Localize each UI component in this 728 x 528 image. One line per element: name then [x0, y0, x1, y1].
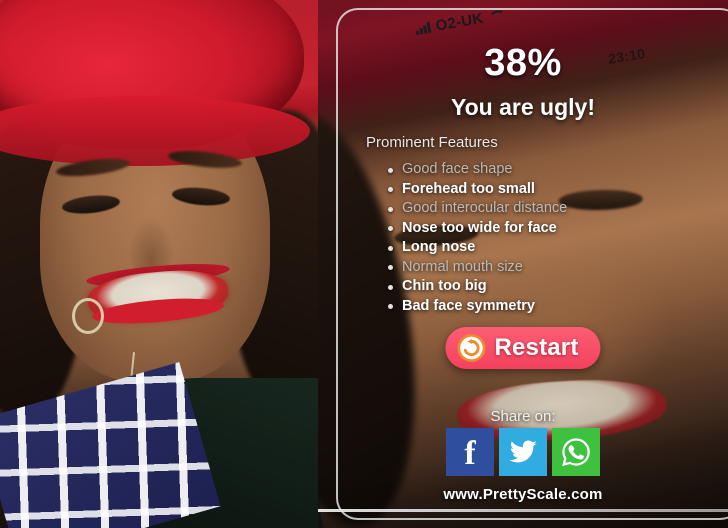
share-twitter-button[interactable] — [499, 428, 547, 476]
restart-button[interactable]: Restart — [445, 327, 601, 369]
facebook-icon: f — [464, 435, 476, 472]
hoop-earring — [72, 298, 104, 334]
share-whatsapp-button[interactable] — [552, 428, 600, 476]
verdict-text: You are ugly! — [451, 94, 595, 120]
feature-item: Good face shape — [387, 160, 567, 180]
feature-item: Chin too big — [387, 277, 567, 297]
feature-item: Forehead too small — [387, 180, 567, 200]
twitter-icon — [509, 440, 537, 463]
feature-item: Nose too wide for face — [387, 219, 567, 239]
screenshot-root: O2-UK 23:10 38% You are ugly! Prominent … — [0, 0, 728, 528]
feature-item: Bad face symmetry — [387, 297, 567, 317]
restart-label: Restart — [494, 334, 579, 361]
features-heading: Prominent Features — [366, 134, 498, 151]
whatsapp-icon — [562, 438, 590, 467]
refresh-icon — [457, 334, 486, 362]
share-label: Share on: — [490, 408, 556, 425]
features-list: Good face shape Forehead too small Good in… — [380, 160, 567, 316]
beauty-score: 38% — [484, 42, 562, 84]
feature-item: Long nose — [387, 238, 567, 258]
social-share-row: f — [318, 428, 728, 476]
result-content: 38% You are ugly! Prominent Features Goo… — [318, 0, 728, 528]
feature-item: Normal mouth size — [387, 258, 567, 278]
bottom-edge-line — [318, 509, 728, 512]
prettyscale-result-panel: O2-UK 23:10 38% You are ugly! Prominent … — [318, 0, 728, 528]
original-photo-panel — [0, 0, 318, 528]
site-url: www.PrettyScale.com — [443, 486, 603, 503]
feature-item: Good interocular distance — [387, 199, 567, 219]
share-facebook-button[interactable]: f — [446, 428, 494, 476]
